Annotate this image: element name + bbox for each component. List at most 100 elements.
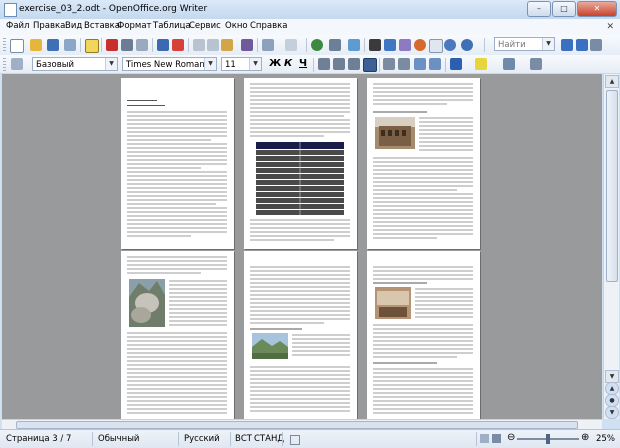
menu-insert[interactable]: Вставка [84, 21, 120, 31]
separator [364, 38, 365, 52]
menu-edit[interactable]: Правка [33, 21, 65, 31]
document-page[interactable] [121, 251, 234, 419]
toolbar-grip[interactable] [3, 58, 6, 71]
styles-formatting-icon[interactable] [11, 58, 23, 70]
page-text-lines [373, 83, 473, 239]
show-draw-functions-icon[interactable] [348, 39, 360, 51]
title-bar: exercise_03_2.odt - OpenOffice.org Write… [0, 0, 620, 20]
paste-icon[interactable] [221, 39, 233, 51]
hyperlink-icon[interactable] [311, 39, 323, 51]
find-replace-icon[interactable] [369, 39, 381, 51]
zoom-icon[interactable] [444, 39, 456, 51]
zoom-level[interactable]: 25% [596, 434, 615, 444]
cut-icon[interactable] [193, 39, 205, 51]
clone-formatting-icon[interactable] [241, 39, 253, 51]
scrollbar-thumb[interactable] [16, 421, 578, 429]
font-name-value: Times New Roman [126, 60, 205, 70]
new-document-icon[interactable] [10, 39, 24, 53]
document-modified-icon [290, 435, 300, 445]
chevron-down-icon[interactable]: ▼ [249, 58, 261, 70]
edit-mode-icon[interactable] [85, 39, 99, 53]
insert-mode[interactable]: ВСТ [235, 434, 252, 444]
multi-page-view-icon[interactable] [492, 434, 501, 443]
mountain-photo [129, 279, 165, 327]
copy-icon[interactable] [207, 39, 219, 51]
toolbar-options-icon[interactable] [590, 39, 602, 51]
print-icon[interactable] [121, 39, 133, 51]
scrollbar-thumb[interactable] [606, 90, 618, 282]
menu-table[interactable]: Таблица [153, 21, 191, 31]
page-indicator[interactable]: Страница 3 / 7 [6, 434, 71, 444]
document-workspace[interactable] [2, 74, 602, 419]
export-pdf-icon[interactable] [106, 39, 118, 51]
menu-tools[interactable]: Сервис [189, 21, 221, 31]
spellcheck-icon[interactable] [157, 39, 169, 51]
chevron-down-icon[interactable]: ▼ [204, 58, 216, 70]
gallery-icon[interactable] [399, 39, 411, 51]
bold-button[interactable]: Ж [269, 57, 281, 71]
align-left-icon[interactable] [318, 58, 330, 70]
minimize-button[interactable]: – [527, 1, 551, 17]
numbering-icon[interactable] [383, 58, 395, 70]
save-icon[interactable] [47, 39, 59, 51]
table-icon[interactable] [329, 39, 341, 51]
autospellcheck-icon[interactable] [172, 39, 184, 51]
decrease-indent-icon[interactable] [414, 58, 426, 70]
underline-button[interactable]: Ч [299, 57, 307, 71]
separator [101, 38, 102, 52]
justify-icon[interactable] [363, 58, 377, 72]
horizontal-scrollbar[interactable] [2, 419, 602, 429]
help-icon[interactable] [461, 39, 473, 51]
toolbar-grip[interactable] [3, 38, 6, 51]
vertical-scrollbar[interactable]: ▲ ▼ ▲ ● ▼ [603, 74, 619, 419]
align-right-icon[interactable] [348, 58, 360, 70]
language-indicator[interactable]: Русский [184, 434, 220, 444]
menu-file[interactable]: Файл [6, 21, 29, 31]
menu-window[interactable]: Окно [225, 21, 248, 31]
font-size-value: 11 [225, 60, 236, 70]
data-sources-icon[interactable] [414, 39, 426, 51]
maximize-button[interactable]: □ [552, 1, 576, 17]
zoom-in-icon[interactable]: ⊕ [581, 432, 589, 443]
zoom-slider-handle[interactable] [546, 434, 550, 444]
menu-view[interactable]: Вид [65, 21, 82, 31]
chevron-down-icon[interactable]: ▼ [542, 38, 554, 50]
find-input[interactable]: Найти ▼ [494, 37, 555, 51]
undo-icon[interactable] [262, 39, 274, 51]
menu-format[interactable]: Формат [117, 21, 152, 31]
document-page[interactable] [244, 78, 357, 249]
nonprinting-characters-icon[interactable] [429, 39, 443, 53]
document-page[interactable] [121, 78, 234, 249]
find-next-down-icon[interactable] [561, 39, 573, 51]
close-document-icon[interactable]: ✕ [606, 22, 614, 32]
single-page-view-icon[interactable] [480, 434, 489, 443]
selection-mode[interactable]: СТАНД [254, 434, 284, 444]
document-page[interactable] [244, 251, 357, 419]
italic-button[interactable]: К [284, 57, 292, 71]
align-center-icon[interactable] [333, 58, 345, 70]
font-name-select[interactable]: Times New Roman ▼ [122, 57, 217, 71]
menu-help[interactable]: Справка [250, 21, 287, 31]
next-page-icon[interactable]: ▼ [605, 406, 619, 419]
toolbar-options-icon[interactable] [530, 58, 542, 70]
scroll-up-icon[interactable]: ▲ [605, 75, 619, 88]
find-previous-up-icon[interactable] [576, 39, 588, 51]
paragraph-style-select[interactable]: Базовый ▼ [32, 57, 118, 71]
chevron-down-icon[interactable]: ▼ [105, 58, 117, 70]
close-button[interactable]: ✕ [577, 1, 617, 17]
open-folder-icon[interactable] [30, 39, 42, 51]
document-page[interactable] [367, 78, 480, 249]
document-page[interactable] [367, 251, 480, 419]
navigator-icon[interactable] [384, 39, 396, 51]
font-size-select[interactable]: 11 ▼ [221, 57, 262, 71]
page-style[interactable]: Обычный [98, 434, 139, 444]
zoom-out-icon[interactable]: ⊖ [507, 432, 515, 443]
redo-icon[interactable] [285, 39, 297, 51]
bullets-icon[interactable] [398, 58, 410, 70]
increase-indent-icon[interactable] [429, 58, 441, 70]
email-icon[interactable] [64, 39, 76, 51]
print-preview-icon[interactable] [136, 39, 148, 51]
highlighting-icon[interactable] [475, 58, 487, 70]
font-color-icon[interactable] [450, 58, 462, 70]
background-color-icon[interactable] [503, 58, 515, 70]
